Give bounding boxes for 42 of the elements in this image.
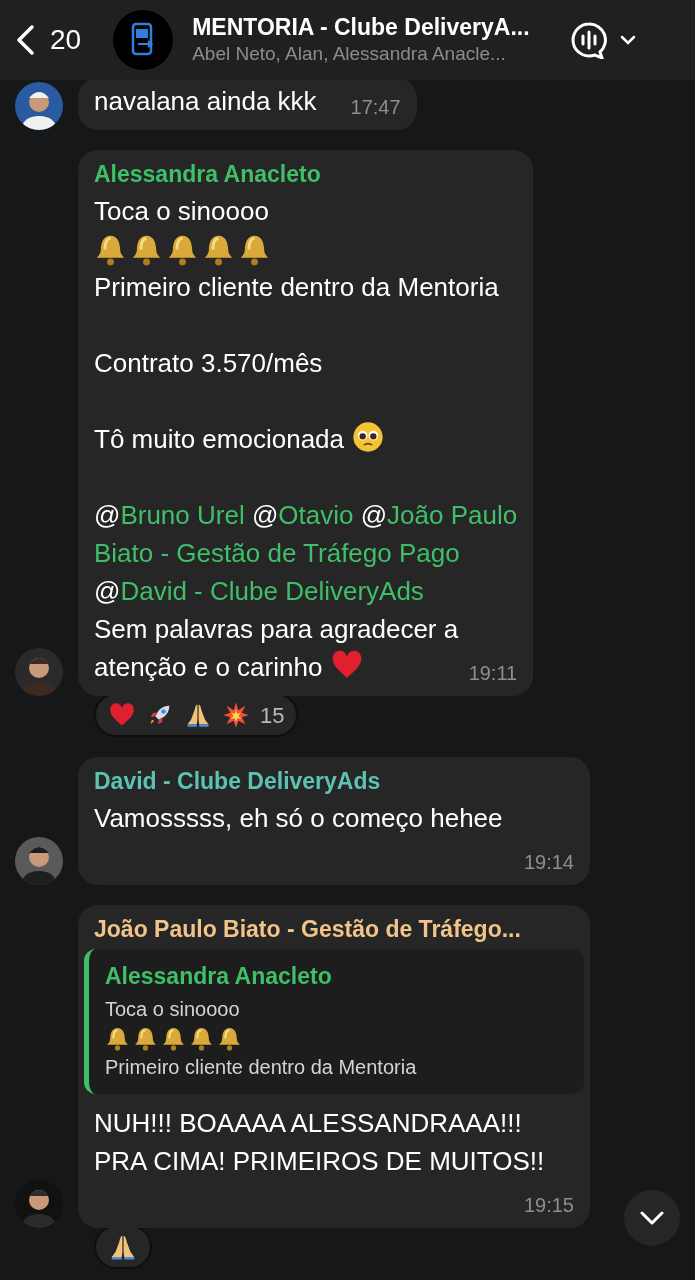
back-icon [14, 24, 36, 56]
message-text: Biato - Gestão de Tráfego Pago [94, 538, 460, 568]
message-text: Vamosssss, eh só o começo hehee [94, 803, 503, 833]
reply-quote[interactable]: Alessandra Anacleto Toca o sinoooo Primeiro cliente dentro da Mentoria [84, 949, 584, 1094]
message-text: @David - Clube DeliveryAds [94, 576, 424, 606]
bell-icon [161, 1026, 186, 1051]
chevron-down-icon [640, 1211, 664, 1225]
message-text: PRA CIMA! PRIMEIROS DE MUITOS!! [94, 1146, 545, 1176]
message-text: Toca o sinoooo [94, 196, 269, 226]
message-time: 19:15 [523, 1193, 574, 1218]
pleading-face-icon [352, 421, 385, 453]
bell-icon [133, 1026, 158, 1051]
reactions-pill[interactable] [94, 1225, 152, 1269]
voice-chat-icon [570, 21, 609, 59]
scroll-down-button[interactable] [624, 1190, 680, 1246]
collision-icon [222, 701, 250, 729]
message-text: NUH!!! BOAAAA ALESSANDRAAA!!! [94, 1108, 522, 1138]
bell-icon [189, 1026, 214, 1051]
chat-title[interactable]: MENTORIA - Clube DeliveryA... [192, 13, 563, 41]
message-time: 19:11 [468, 661, 518, 686]
message-text: Tô muito emocionada [94, 424, 345, 454]
reactions-pill[interactable]: 15 [94, 693, 299, 737]
sender-name[interactable]: David - Clube DeliveryAds [94, 765, 574, 797]
message-text: navalana ainda kkk [94, 86, 317, 116]
message-time: 19:14 [523, 850, 574, 875]
back-button[interactable]: 20 [14, 19, 82, 61]
sender-name[interactable]: João Paulo Biato - Gestão de Tráfego... [94, 913, 574, 945]
message-text: atenção e o carinho [94, 652, 323, 682]
chat-members: Abel Neto, Alan, Alessandra Anacle... [192, 42, 507, 66]
voice-chat-button[interactable] [570, 21, 637, 59]
message-time: 17:47 [350, 95, 401, 120]
bell-icon [217, 1026, 242, 1051]
message-text: Primeiro cliente dentro da Mentoria [94, 272, 499, 302]
message-text: Toca o sinoooo [105, 998, 240, 1020]
quoted-sender: Alessandra Anacleto [105, 962, 333, 991]
bell-icon [105, 1026, 130, 1051]
message-text: @Bruno Urel @Otavio @João Paulo [94, 500, 518, 530]
message-text: Contrato 3.570/mês [94, 348, 323, 378]
sender-name[interactable]: Alessandra Anacleto [94, 158, 518, 190]
chevron-down-icon [620, 35, 637, 45]
message-text: Sem palavras para agradecer a [94, 614, 459, 644]
message-text: Primeiro cliente dentro da Mentoria [105, 1056, 417, 1078]
